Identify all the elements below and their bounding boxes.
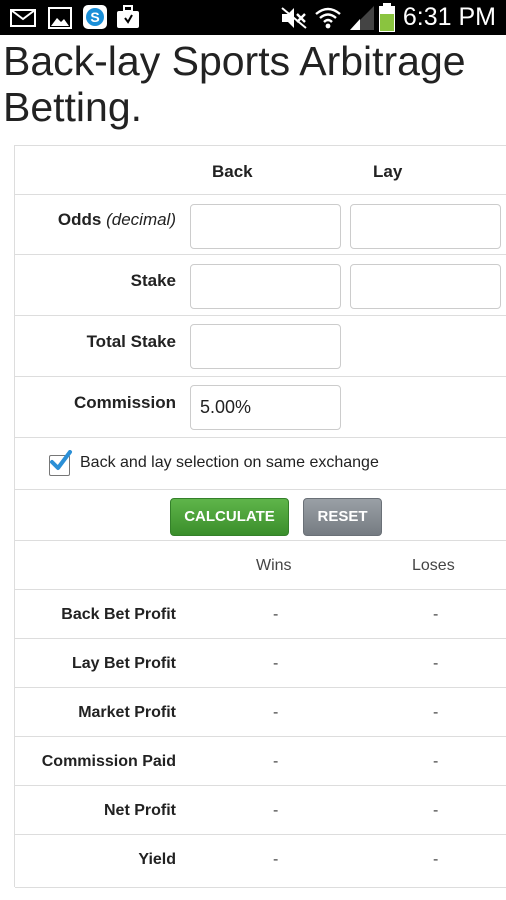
result-wins-value: -: [273, 851, 279, 868]
result-wins-value: -: [273, 606, 279, 623]
lay-column-header: Lay: [373, 162, 403, 181]
signal-icon: [350, 6, 374, 30]
calculator-form: Back Lay Odds (decimal) Stake Total Stak…: [14, 145, 506, 888]
status-bar: S 6:31 PM: [0, 0, 506, 35]
result-wins-value: -: [273, 802, 279, 819]
mail-icon: [10, 9, 36, 27]
skype-icon: S: [83, 5, 107, 29]
result-row-net-profit: Net Profit - -: [15, 785, 506, 835]
result-label: Net Profit: [104, 802, 176, 819]
result-row-commission-paid: Commission Paid - -: [15, 736, 506, 786]
stake-row: Stake: [15, 254, 506, 315]
commission-label: Commission: [73, 393, 176, 412]
commission-row: Commission 5.00%: [15, 376, 506, 437]
same-exchange-label[interactable]: Back and lay selection on same exchange: [80, 454, 379, 472]
briefcase-icon: [117, 5, 139, 28]
result-label: Commission Paid: [41, 753, 176, 770]
wins-column-header: Wins: [256, 557, 292, 574]
result-row-yield: Yield - -: [15, 834, 506, 888]
result-loses-value: -: [433, 753, 439, 770]
stake-label: Stake: [130, 271, 176, 290]
svg-text:S: S: [90, 9, 99, 25]
back-odds-input[interactable]: [190, 204, 341, 249]
results-header-row: Wins Loses: [15, 540, 506, 590]
back-stake-input[interactable]: [190, 264, 341, 309]
result-label: Yield: [138, 851, 176, 868]
battery-icon: [379, 3, 395, 32]
lay-odds-input[interactable]: [350, 204, 501, 249]
calculate-button[interactable]: CALCULATE: [170, 498, 289, 536]
odds-label: Odds (decimal): [58, 210, 176, 230]
mute-icon: [281, 7, 307, 29]
result-loses-value: -: [433, 851, 439, 868]
odds-row: Odds (decimal): [15, 194, 506, 255]
result-loses-value: -: [433, 704, 439, 721]
checkmark-icon: [50, 450, 72, 470]
total-stake-input[interactable]: [190, 324, 341, 369]
loses-column-header: Loses: [412, 557, 455, 574]
result-wins-value: -: [273, 655, 279, 672]
reset-button[interactable]: RESET: [303, 498, 382, 536]
back-column-header: Back: [212, 162, 253, 181]
page-title: Back-lay Sports Arbitrage Betting.: [3, 38, 466, 130]
result-wins-value: -: [273, 704, 279, 721]
result-label: Market Profit: [78, 704, 176, 721]
result-loses-value: -: [433, 655, 439, 672]
commission-input[interactable]: 5.00%: [190, 385, 341, 430]
status-time: 6:31 PM: [402, 3, 496, 31]
total-stake-row: Total Stake: [15, 315, 506, 376]
odds-hint: (decimal): [106, 210, 176, 229]
result-loses-value: -: [433, 606, 439, 623]
form-header-row: Back Lay: [15, 145, 506, 195]
total-stake-label: Total Stake: [86, 332, 176, 351]
result-label: Back Bet Profit: [61, 606, 176, 623]
result-row-lay-bet-profit: Lay Bet Profit - -: [15, 638, 506, 688]
same-exchange-row: Back and lay selection on same exchange: [15, 437, 506, 490]
odds-label-text: Odds: [57, 210, 102, 229]
result-label: Lay Bet Profit: [71, 655, 176, 672]
actions-row: CALCULATE RESET: [15, 489, 506, 541]
lay-stake-input[interactable]: [350, 264, 501, 309]
same-exchange-checkbox[interactable]: [49, 450, 72, 476]
result-row-market-profit: Market Profit - -: [15, 687, 506, 737]
wifi-icon: [315, 7, 341, 29]
result-wins-value: -: [273, 753, 279, 770]
result-row-back-bet-profit: Back Bet Profit - -: [15, 589, 506, 639]
result-loses-value: -: [433, 802, 439, 819]
image-icon: [48, 7, 72, 29]
